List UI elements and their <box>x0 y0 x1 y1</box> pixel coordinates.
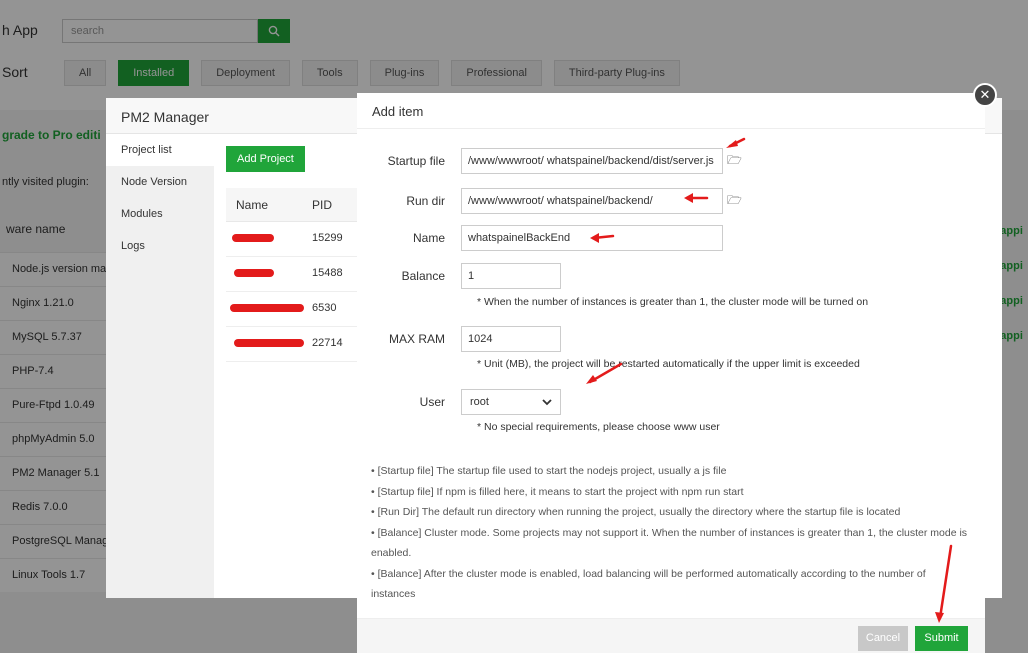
balance-row: Balance 1 <box>357 263 561 289</box>
cancel-button[interactable]: Cancel <box>858 626 908 651</box>
help-notes: • [Startup file] The startup file used t… <box>371 461 971 605</box>
name-label: Name <box>412 231 445 245</box>
note-item: • [Startup file] The startup file used t… <box>371 465 727 477</box>
add-item-modal: Add item Startup file /www/wwwroot/ what… <box>357 93 985 653</box>
table-row: 22714 <box>226 327 366 362</box>
table-row: 15299 <box>226 222 366 257</box>
pm2-nav: Project list Node Version Modules Logs <box>106 134 214 598</box>
startup-file-input[interactable]: /www/wwwroot/ whatspainel/backend/dist/s… <box>461 148 723 174</box>
redacted-name <box>226 257 312 291</box>
project-table: Name PID 15299 15488 6530 22714 <box>226 188 366 362</box>
max-ram-hint: * Unit (MB), the project will be restart… <box>477 358 860 370</box>
nav-modules[interactable]: Modules <box>106 198 214 230</box>
nav-logs[interactable]: Logs <box>106 230 214 262</box>
nav-project-list[interactable]: Project list <box>106 134 214 166</box>
modal-footer: Cancel Submit <box>357 618 985 653</box>
folder-icon[interactable]: 🗁 <box>727 151 742 172</box>
note-item: • [Balance] After the cluster mode is en… <box>371 567 926 601</box>
name-row: Name whatspainelBackEnd <box>357 225 723 251</box>
balance-hint: * When the number of instances is greate… <box>477 296 869 308</box>
pid-cell: 15299 <box>312 232 343 244</box>
redacted-name <box>226 292 312 326</box>
run-dir-row: Run dir /www/wwwroot/ whatspainel/backen… <box>357 188 742 214</box>
user-select-value: root <box>470 396 489 408</box>
redacted-name <box>226 222 312 256</box>
startup-file-row: Startup file /www/wwwroot/ whatspainel/b… <box>357 148 742 174</box>
note-item: • [Run Dir] The default run directory wh… <box>371 506 901 518</box>
column-name: Name <box>236 198 269 212</box>
submit-button[interactable]: Submit <box>915 626 968 651</box>
table-header: Name PID <box>226 188 366 222</box>
pid-cell: 6530 <box>312 302 337 314</box>
user-row: User root <box>357 389 561 415</box>
add-item-title: Add item <box>357 93 985 129</box>
startup-file-label: Startup file <box>387 154 445 168</box>
balance-label: Balance <box>401 269 445 283</box>
max-ram-input[interactable]: 1024 <box>461 326 561 352</box>
pid-cell: 15488 <box>312 267 343 279</box>
close-icon[interactable]: ✕ <box>973 83 997 107</box>
user-hint: * No special requirements, please choose… <box>477 421 720 433</box>
user-label: User <box>419 395 445 409</box>
table-row: 6530 <box>226 292 366 327</box>
redacted-name <box>226 327 312 361</box>
name-input[interactable]: whatspainelBackEnd <box>461 225 723 251</box>
balance-input[interactable]: 1 <box>461 263 561 289</box>
max-ram-row: MAX RAM 1024 <box>357 326 561 352</box>
column-pid: PID <box>312 198 333 212</box>
nav-node-version[interactable]: Node Version <box>106 166 214 198</box>
table-row: 15488 <box>226 257 366 292</box>
user-select[interactable]: root <box>461 389 561 415</box>
run-dir-label: Run dir <box>406 194 445 208</box>
max-ram-label: MAX RAM <box>388 332 445 346</box>
run-dir-input[interactable]: /www/wwwroot/ whatspainel/backend/ <box>461 188 723 214</box>
pid-cell: 22714 <box>312 337 343 349</box>
note-item: • [Startup file] If npm is filled here, … <box>371 485 744 498</box>
folder-icon[interactable]: 🗁 <box>727 191 742 212</box>
chevron-down-icon <box>542 398 552 405</box>
add-project-button[interactable]: Add Project <box>226 146 305 172</box>
note-item: • [Balance] Cluster mode. Some projects … <box>371 526 968 560</box>
